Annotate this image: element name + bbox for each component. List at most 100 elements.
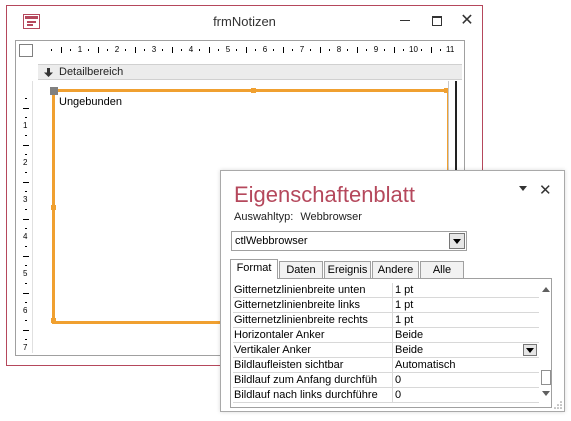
close-button[interactable]: ✕ (455, 11, 479, 31)
ruler-tick (25, 246, 27, 248)
ruler-number: 5 (225, 45, 231, 54)
property-row[interactable]: Gitternetzlinienbreite rechts 1 pt (233, 313, 539, 328)
scroll-thumb[interactable] (541, 370, 551, 385)
tab-daten[interactable]: Daten (279, 261, 323, 278)
form-selector[interactable] (19, 44, 33, 57)
tab-ereignis[interactable]: Ereignis (324, 261, 371, 278)
tab-andere[interactable]: Andere (372, 261, 419, 278)
property-value[interactable]: Beide (395, 343, 539, 358)
ruler-tick (106, 49, 108, 51)
selection-type-value: Webbrowser (300, 211, 362, 223)
ruler-tick (69, 49, 71, 51)
property-name: Vertikaler Anker (233, 343, 393, 358)
property-name: Bildlaufleisten sichtbar (233, 358, 393, 373)
ruler-tick (25, 190, 27, 192)
property-value[interactable]: Automatisch (395, 358, 539, 373)
ruler-number: 4 (188, 45, 194, 54)
resize-handle-left[interactable] (51, 205, 56, 210)
ruler-tick (162, 49, 164, 51)
maximize-button[interactable] (425, 11, 449, 31)
ruler-tick (88, 49, 90, 51)
ruler-tick (125, 49, 127, 51)
property-sheet-title: Eigenschaftenblatt (234, 182, 416, 207)
tab-format[interactable]: Format (230, 259, 278, 279)
ruler-tick (25, 301, 27, 303)
property-value[interactable]: 0 (395, 373, 539, 388)
ruler-tick (25, 153, 27, 155)
property-value[interactable]: 1 pt (395, 298, 539, 313)
property-value[interactable]: Beide (395, 328, 539, 343)
property-value-text: Beide (395, 344, 424, 356)
horizontal-ruler[interactable]: 1 2 3 4 5 6 7 8 9 10 11 (40, 44, 460, 58)
ruler-tick (23, 329, 29, 331)
ruler-tick (23, 144, 29, 146)
resize-grip-icon[interactable] (554, 401, 562, 409)
ruler-number: 6 (23, 306, 28, 315)
property-name: Horizontaler Anker (233, 328, 393, 343)
scroll-up-icon[interactable] (542, 287, 550, 292)
ruler-tick (208, 47, 210, 53)
scroll-down-icon[interactable] (542, 391, 550, 396)
property-name: Gitternetzlinienbreite rechts (233, 313, 393, 328)
property-row[interactable]: Bildlauf zum Anfang durchfüh 0 (233, 373, 539, 388)
ruler-tick (319, 47, 321, 53)
resize-handle-top[interactable] (251, 88, 256, 93)
ruler-number: 7 (299, 45, 305, 54)
ruler-tick (180, 49, 182, 51)
ruler-number: 8 (336, 45, 342, 54)
screen: frmNotizen ✕ 1 2 3 4 5 6 7 8 9 10 11 1234567 Detai… (0, 0, 571, 421)
property-name: Bildlauf nach links durchführe (233, 388, 393, 403)
ruler-tick (143, 49, 145, 51)
ruler-number: 2 (114, 45, 120, 54)
object-selector-combo[interactable]: ctlWebbrowser (231, 231, 467, 251)
ruler-tick (25, 283, 27, 285)
ruler-tick (439, 49, 441, 51)
form-titlebar[interactable]: frmNotizen ✕ (7, 6, 482, 37)
ruler-number: 10 (409, 45, 418, 54)
property-row[interactable]: Vertikaler Anker Beide (233, 343, 539, 358)
vertical-ruler[interactable]: 1 2 3 4 5 6 7 (22, 89, 34, 355)
property-row[interactable]: Gitternetzlinienbreite unten 1 pt (233, 283, 539, 298)
selection-type: Auswahltyp: Webbrowser (234, 211, 362, 223)
ruler-tick (23, 181, 29, 183)
property-grid: Gitternetzlinienbreite unten 1 pt Gitter… (233, 283, 539, 403)
ruler-tick (25, 338, 27, 340)
property-value[interactable]: 1 pt (395, 283, 539, 298)
property-value[interactable]: 0 (395, 388, 539, 403)
ruler-number: 3 (151, 45, 157, 54)
ruler-number: 1 (77, 45, 83, 54)
move-handle[interactable] (50, 87, 58, 95)
property-sheet-close-button[interactable]: ✕ (539, 181, 552, 199)
ruler-tick (23, 218, 29, 220)
property-row[interactable]: Horizontaler Anker Beide (233, 328, 539, 343)
section-bar-detail[interactable]: Detailbereich (38, 64, 462, 80)
ruler-tick (273, 49, 275, 51)
control-label: Ungebunden (59, 96, 123, 108)
property-name: Bildlauf zum Anfang durchfüh (233, 373, 393, 388)
property-row[interactable]: Gitternetzlinienbreite links 1 pt (233, 298, 539, 313)
tab-alle[interactable]: Alle (420, 261, 464, 278)
chevron-down-icon[interactable] (519, 186, 527, 191)
minimize-button[interactable] (393, 11, 417, 31)
property-scrollbar[interactable] (540, 283, 551, 405)
ruler-number: 4 (23, 232, 28, 241)
ruler-number: 9 (373, 45, 379, 54)
ruler-tick (25, 227, 27, 229)
ruler-tick (25, 135, 27, 137)
ruler-tick (134, 47, 136, 53)
property-row[interactable]: Bildlaufleisten sichtbar Automatisch (233, 358, 539, 373)
property-name: Gitternetzlinienbreite links (233, 298, 393, 313)
ruler-tick (310, 49, 312, 51)
ruler-tick (23, 107, 29, 109)
ruler-tick (25, 320, 27, 322)
ruler-tick (199, 49, 201, 51)
combo-dropdown-button[interactable] (449, 233, 465, 249)
ruler-tick (25, 98, 27, 100)
property-row[interactable]: Bildlauf nach links durchführe 0 (233, 388, 539, 403)
ruler-tick (217, 49, 219, 51)
resize-handle-bottom-left[interactable] (51, 318, 56, 323)
property-value[interactable]: 1 pt (395, 313, 539, 328)
property-dropdown-button[interactable] (523, 344, 537, 356)
ruler-tick (25, 264, 27, 266)
ruler-number: 5 (23, 269, 28, 278)
